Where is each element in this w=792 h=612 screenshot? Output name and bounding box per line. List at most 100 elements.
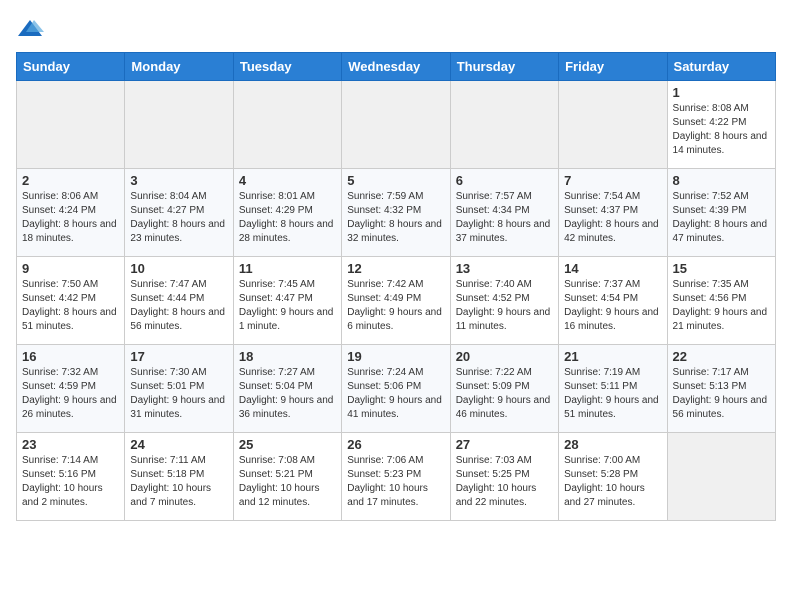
day-number: 11 bbox=[239, 261, 336, 276]
calendar-cell bbox=[125, 81, 233, 169]
calendar-cell: 3 Sunrise: 8:04 AM Sunset: 4:27 PM Daylig… bbox=[125, 169, 233, 257]
day-number: 6 bbox=[456, 173, 553, 188]
calendar-cell bbox=[233, 81, 341, 169]
calendar-cell: 10 Sunrise: 7:47 AM Sunset: 4:44 PM Dayli… bbox=[125, 257, 233, 345]
day-info: Sunrise: 8:04 AM Sunset: 4:27 PM Dayligh… bbox=[130, 190, 227, 246]
day-number: 22 bbox=[673, 349, 770, 364]
calendar-cell bbox=[667, 433, 775, 521]
calendar-cell: 11 Sunrise: 7:45 AM Sunset: 4:47 PM Dayli… bbox=[233, 257, 341, 345]
day-number: 12 bbox=[347, 261, 444, 276]
day-info: Sunrise: 7:14 AM Sunset: 5:16 PM Dayligh… bbox=[22, 454, 119, 510]
day-number: 14 bbox=[564, 261, 661, 276]
day-info: Sunrise: 7:42 AM Sunset: 4:49 PM Dayligh… bbox=[347, 278, 444, 334]
day-info: Sunrise: 8:06 AM Sunset: 4:24 PM Dayligh… bbox=[22, 190, 119, 246]
day-info: Sunrise: 7:40 AM Sunset: 4:52 PM Dayligh… bbox=[456, 278, 553, 334]
calendar-body: 1 Sunrise: 8:08 AM Sunset: 4:22 PM Daylig… bbox=[17, 81, 776, 521]
calendar-cell: 22Sunrise: 7:17 AM Sunset: 5:13 PM Dayli… bbox=[667, 345, 775, 433]
day-number: 3 bbox=[130, 173, 227, 188]
day-number: 13 bbox=[456, 261, 553, 276]
day-number: 16 bbox=[22, 349, 119, 364]
calendar-cell: 18 Sunrise: 7:27 AM Sunset: 5:04 PM Dayli… bbox=[233, 345, 341, 433]
day-info: Sunrise: 7:22 AM Sunset: 5:09 PM Dayligh… bbox=[456, 366, 553, 422]
day-number: 25 bbox=[239, 437, 336, 452]
day-number: 5 bbox=[347, 173, 444, 188]
weekday-header-tuesday: Tuesday bbox=[233, 53, 341, 81]
day-info: Sunrise: 7:24 AM Sunset: 5:06 PM Dayligh… bbox=[347, 366, 444, 422]
day-info: Sunrise: 7:47 AM Sunset: 4:44 PM Dayligh… bbox=[130, 278, 227, 334]
calendar-cell bbox=[342, 81, 450, 169]
day-number: 15 bbox=[673, 261, 770, 276]
day-info: Sunrise: 7:50 AM Sunset: 4:42 PM Dayligh… bbox=[22, 278, 119, 334]
calendar-cell: 6 Sunrise: 7:57 AM Sunset: 4:34 PM Daylig… bbox=[450, 169, 558, 257]
day-number: 1 bbox=[673, 85, 770, 100]
day-info: Sunrise: 7:27 AM Sunset: 5:04 PM Dayligh… bbox=[239, 366, 336, 422]
calendar-cell: 21 Sunrise: 7:19 AM Sunset: 5:11 PM Dayli… bbox=[559, 345, 667, 433]
day-info: Sunrise: 8:08 AM Sunset: 4:22 PM Dayligh… bbox=[673, 102, 770, 158]
logo bbox=[16, 16, 46, 44]
calendar-cell: 5 Sunrise: 7:59 AM Sunset: 4:32 PM Daylig… bbox=[342, 169, 450, 257]
calendar-cell: 8 Sunrise: 7:52 AM Sunset: 4:39 PM Daylig… bbox=[667, 169, 775, 257]
calendar-cell: 13 Sunrise: 7:40 AM Sunset: 4:52 PM Dayli… bbox=[450, 257, 558, 345]
weekday-header-sunday: Sunday bbox=[17, 53, 125, 81]
day-info: Sunrise: 7:35 AM Sunset: 4:56 PM Dayligh… bbox=[673, 278, 770, 334]
calendar-table: SundayMondayTuesdayWednesdayThursdayFrid… bbox=[16, 52, 776, 521]
logo-icon bbox=[16, 16, 44, 44]
calendar-cell: 28 Sunrise: 7:00 AM Sunset: 5:28 PM Dayli… bbox=[559, 433, 667, 521]
day-info: Sunrise: 7:03 AM Sunset: 5:25 PM Dayligh… bbox=[456, 454, 553, 510]
day-number: 10 bbox=[130, 261, 227, 276]
calendar-cell: 17 Sunrise: 7:30 AM Sunset: 5:01 PM Dayli… bbox=[125, 345, 233, 433]
day-number: 17 bbox=[130, 349, 227, 364]
day-info: Sunrise: 7:19 AM Sunset: 5:11 PM Dayligh… bbox=[564, 366, 661, 422]
calendar-cell: 24 Sunrise: 7:11 AM Sunset: 5:18 PM Dayli… bbox=[125, 433, 233, 521]
day-number: 7 bbox=[564, 173, 661, 188]
weekday-header-saturday: Saturday bbox=[667, 53, 775, 81]
day-number: 27 bbox=[456, 437, 553, 452]
day-number: 21 bbox=[564, 349, 661, 364]
day-info: Sunrise: 7:11 AM Sunset: 5:18 PM Dayligh… bbox=[130, 454, 227, 510]
day-info: Sunrise: 7:30 AM Sunset: 5:01 PM Dayligh… bbox=[130, 366, 227, 422]
day-info: Sunrise: 7:54 AM Sunset: 4:37 PM Dayligh… bbox=[564, 190, 661, 246]
day-number: 18 bbox=[239, 349, 336, 364]
calendar-cell: 25 Sunrise: 7:08 AM Sunset: 5:21 PM Dayli… bbox=[233, 433, 341, 521]
calendar-cell: 7 Sunrise: 7:54 AM Sunset: 4:37 PM Daylig… bbox=[559, 169, 667, 257]
day-info: Sunrise: 7:32 AM Sunset: 4:59 PM Dayligh… bbox=[22, 366, 119, 422]
day-number: 4 bbox=[239, 173, 336, 188]
day-number: 24 bbox=[130, 437, 227, 452]
weekday-header-friday: Friday bbox=[559, 53, 667, 81]
calendar-cell: 20 Sunrise: 7:22 AM Sunset: 5:09 PM Dayli… bbox=[450, 345, 558, 433]
day-info: Sunrise: 7:52 AM Sunset: 4:39 PM Dayligh… bbox=[673, 190, 770, 246]
calendar-cell: 19 Sunrise: 7:24 AM Sunset: 5:06 PM Dayli… bbox=[342, 345, 450, 433]
calendar-cell: 12 Sunrise: 7:42 AM Sunset: 4:49 PM Dayli… bbox=[342, 257, 450, 345]
weekday-header-wednesday: Wednesday bbox=[342, 53, 450, 81]
day-number: 20 bbox=[456, 349, 553, 364]
calendar-cell bbox=[559, 81, 667, 169]
calendar-header: SundayMondayTuesdayWednesdayThursdayFrid… bbox=[17, 53, 776, 81]
day-number: 28 bbox=[564, 437, 661, 452]
day-info: Sunrise: 7:37 AM Sunset: 4:54 PM Dayligh… bbox=[564, 278, 661, 334]
calendar-cell: 9 Sunrise: 7:50 AM Sunset: 4:42 PM Daylig… bbox=[17, 257, 125, 345]
calendar-cell: 1 Sunrise: 8:08 AM Sunset: 4:22 PM Daylig… bbox=[667, 81, 775, 169]
calendar-cell bbox=[17, 81, 125, 169]
calendar-cell: 16 Sunrise: 7:32 AM Sunset: 4:59 PM Dayli… bbox=[17, 345, 125, 433]
calendar-cell: 2 Sunrise: 8:06 AM Sunset: 4:24 PM Daylig… bbox=[17, 169, 125, 257]
header bbox=[16, 16, 776, 44]
weekday-header-thursday: Thursday bbox=[450, 53, 558, 81]
day-number: 23 bbox=[22, 437, 119, 452]
calendar-cell bbox=[450, 81, 558, 169]
day-info: Sunrise: 7:06 AM Sunset: 5:23 PM Dayligh… bbox=[347, 454, 444, 510]
day-info: Sunrise: 7:45 AM Sunset: 4:47 PM Dayligh… bbox=[239, 278, 336, 334]
calendar-cell: 23 Sunrise: 7:14 AM Sunset: 5:16 PM Dayli… bbox=[17, 433, 125, 521]
calendar-cell: 4Sunrise: 8:01 AM Sunset: 4:29 PM Daylig… bbox=[233, 169, 341, 257]
day-number: 2 bbox=[22, 173, 119, 188]
day-number: 8 bbox=[673, 173, 770, 188]
day-info: Sunrise: 7:59 AM Sunset: 4:32 PM Dayligh… bbox=[347, 190, 444, 246]
day-number: 9 bbox=[22, 261, 119, 276]
day-number: 19 bbox=[347, 349, 444, 364]
calendar-cell: 14 Sunrise: 7:37 AM Sunset: 4:54 PM Dayli… bbox=[559, 257, 667, 345]
day-info: Sunrise: 7:08 AM Sunset: 5:21 PM Dayligh… bbox=[239, 454, 336, 510]
day-info: Sunrise: 7:57 AM Sunset: 4:34 PM Dayligh… bbox=[456, 190, 553, 246]
weekday-header-monday: Monday bbox=[125, 53, 233, 81]
day-info: Sunrise: 7:00 AM Sunset: 5:28 PM Dayligh… bbox=[564, 454, 661, 510]
calendar-cell: 27 Sunrise: 7:03 AM Sunset: 5:25 PM Dayli… bbox=[450, 433, 558, 521]
calendar-cell: 15 Sunrise: 7:35 AM Sunset: 4:56 PM Dayli… bbox=[667, 257, 775, 345]
